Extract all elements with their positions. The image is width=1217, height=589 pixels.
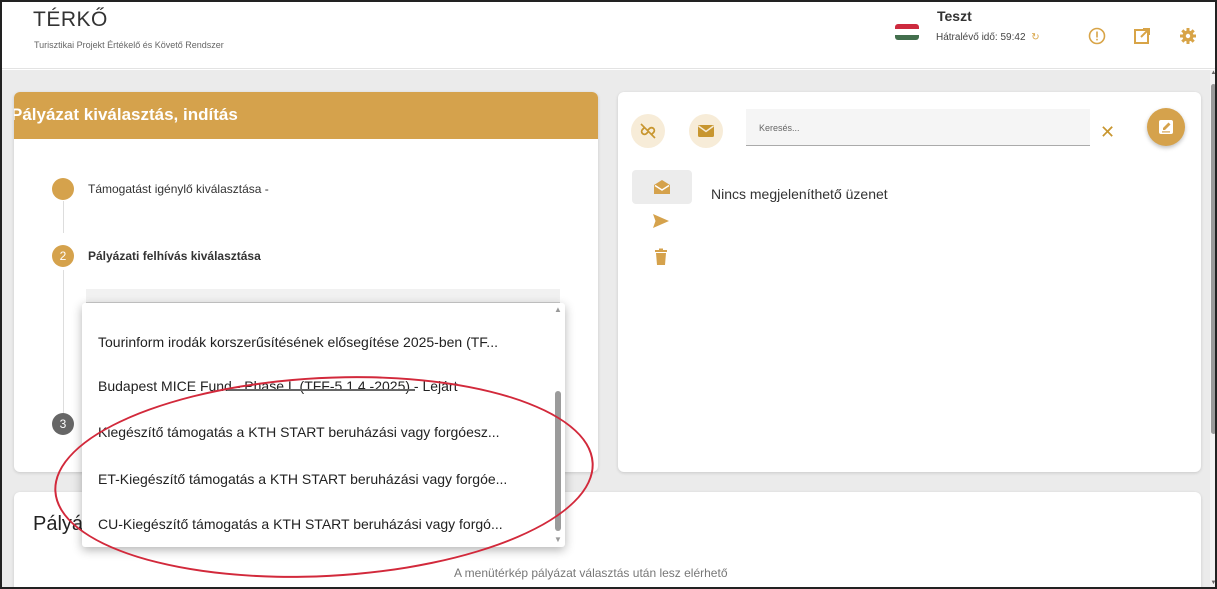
empty-message: Nincs megjeleníthető üzenet — [711, 186, 888, 202]
dropdown-option[interactable]: CU-Kiegészítő támogatás a KTH START beru… — [98, 516, 503, 532]
app-subtitle: Turisztikai Projekt Értékelő és Követő R… — [34, 40, 224, 50]
menu-map-note: A menütérkép pályázat választás után les… — [454, 566, 728, 580]
session-timer: Hátralévő idő: 59:42 ↻ — [936, 32, 1040, 43]
info-icon[interactable] — [1087, 26, 1107, 46]
close-icon[interactable]: ✕ — [1100, 123, 1115, 141]
dropdown-scrollbar-thumb[interactable] — [555, 391, 561, 531]
step-2-label[interactable]: Pályázati felhívás kiválasztása — [88, 249, 261, 263]
app-header: TÉRKŐ Turisztikai Projekt Értékelő és Kö… — [2, 2, 1215, 69]
timer-label: Hátralévő idő: 59:42 — [936, 32, 1026, 43]
step-connector — [63, 201, 64, 233]
messages-card: Keresés... ✕ Nincs megjeleníthető üzenet — [618, 92, 1201, 472]
call-select-field[interactable] — [86, 289, 560, 303]
step-3-indicator: 3 — [52, 413, 74, 435]
page-scrollbar-thumb[interactable] — [1211, 84, 1215, 434]
app-title: TÉRKŐ — [33, 8, 108, 31]
dropdown-option[interactable]: ET-Kiegészítő támogatás a KTH START beru… — [98, 471, 507, 487]
step-2-indicator: 2 — [52, 245, 74, 267]
menu-map-title: Pályá — [33, 513, 84, 535]
strikethrough-mark — [227, 389, 415, 391]
dropdown-option[interactable]: Budapest MICE Fund - Phase I. (TFF-5.1.4… — [98, 378, 457, 394]
gear-icon[interactable] — [1178, 26, 1198, 46]
dropdown-option[interactable]: Tourinform irodák korszerűsítésének elős… — [98, 334, 498, 350]
app-window: TÉRKŐ Turisztikai Projekt Értékelő és Kö… — [0, 0, 1217, 589]
call-dropdown-list[interactable]: Tourinform irodák korszerűsítésének elős… — [82, 303, 565, 547]
step-1-label[interactable]: Támogatást igénylő kiválasztása - — [88, 182, 269, 196]
dropdown-option[interactable]: Kiegészítő támogatás a KTH START beruház… — [98, 424, 500, 440]
card-title: Pályázat kiválasztás, indítás — [14, 105, 238, 124]
scroll-up-arrow[interactable]: ▲ — [1210, 70, 1215, 76]
inbox-open-icon[interactable] — [632, 170, 692, 204]
scroll-down-arrow[interactable]: ▼ — [554, 535, 562, 544]
page-scrollbar[interactable]: ▲ ▼ — [1210, 70, 1215, 587]
scroll-down-arrow[interactable]: ▼ — [1210, 580, 1215, 586]
hungarian-flag-icon[interactable] — [895, 24, 919, 40]
step-1-indicator — [52, 178, 74, 200]
unlink-icon[interactable] — [631, 114, 665, 148]
step-connector — [63, 270, 64, 420]
scroll-up-arrow[interactable]: ▲ — [554, 305, 562, 314]
mail-icon[interactable] — [689, 114, 723, 148]
send-icon[interactable] — [650, 211, 672, 231]
trash-icon[interactable] — [650, 247, 672, 267]
card-header: Pályázat kiválasztás, indítás — [14, 92, 598, 139]
refresh-icon[interactable]: ↻ — [1031, 32, 1039, 43]
user-name: Teszt — [937, 8, 972, 24]
dropdown-scrollbar[interactable]: ▲ ▼ — [552, 303, 564, 547]
search-input[interactable]: Keresés... — [746, 109, 1090, 146]
external-link-icon[interactable] — [1132, 26, 1152, 46]
compose-icon[interactable] — [1147, 108, 1185, 146]
